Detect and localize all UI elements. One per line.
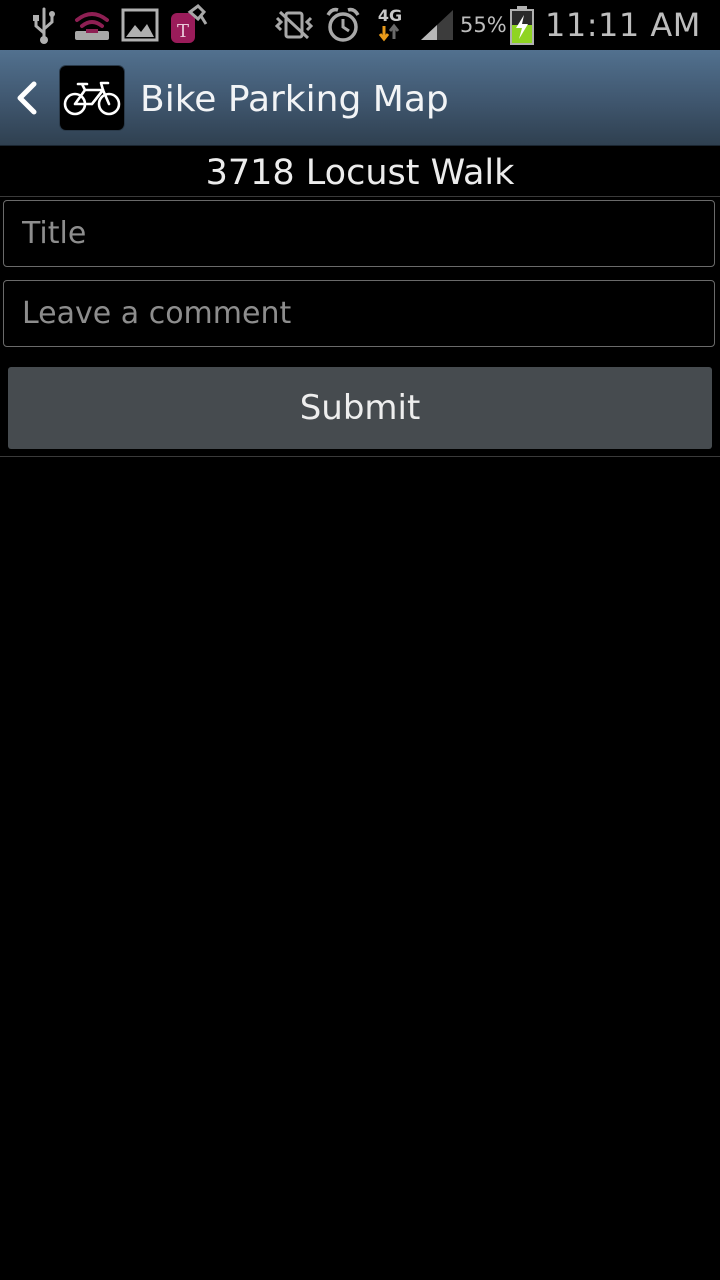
app-logo[interactable] bbox=[60, 66, 124, 130]
svg-text:T: T bbox=[177, 21, 189, 42]
4g-data-icon: 4G bbox=[372, 0, 408, 50]
alarm-icon bbox=[324, 0, 362, 50]
vibrate-icon bbox=[274, 0, 314, 50]
location-address: 3718 Locust Walk bbox=[0, 146, 720, 197]
gallery-icon bbox=[121, 0, 159, 50]
wifi-hotspot-icon bbox=[72, 0, 112, 50]
battery-percentage: 55% bbox=[460, 13, 507, 37]
signal-icon bbox=[418, 0, 456, 50]
submit-button[interactable]: Submit bbox=[8, 367, 712, 449]
divider bbox=[0, 456, 720, 457]
tmobile-icon: T bbox=[168, 0, 208, 50]
back-arrow-icon[interactable] bbox=[14, 80, 42, 116]
status-bar: T 4G 55% 11:11 AM bbox=[0, 0, 720, 50]
bicycle-icon bbox=[63, 81, 121, 116]
action-bar: Bike Parking Map bbox=[0, 50, 720, 146]
title-input[interactable] bbox=[3, 200, 715, 267]
comment-input[interactable] bbox=[3, 280, 715, 347]
status-clock: 11:11 AM bbox=[545, 6, 701, 44]
app-title: Bike Parking Map bbox=[140, 79, 449, 120]
usb-icon bbox=[28, 0, 60, 50]
network-label: 4G bbox=[378, 6, 402, 25]
battery-charging-icon bbox=[508, 0, 536, 50]
